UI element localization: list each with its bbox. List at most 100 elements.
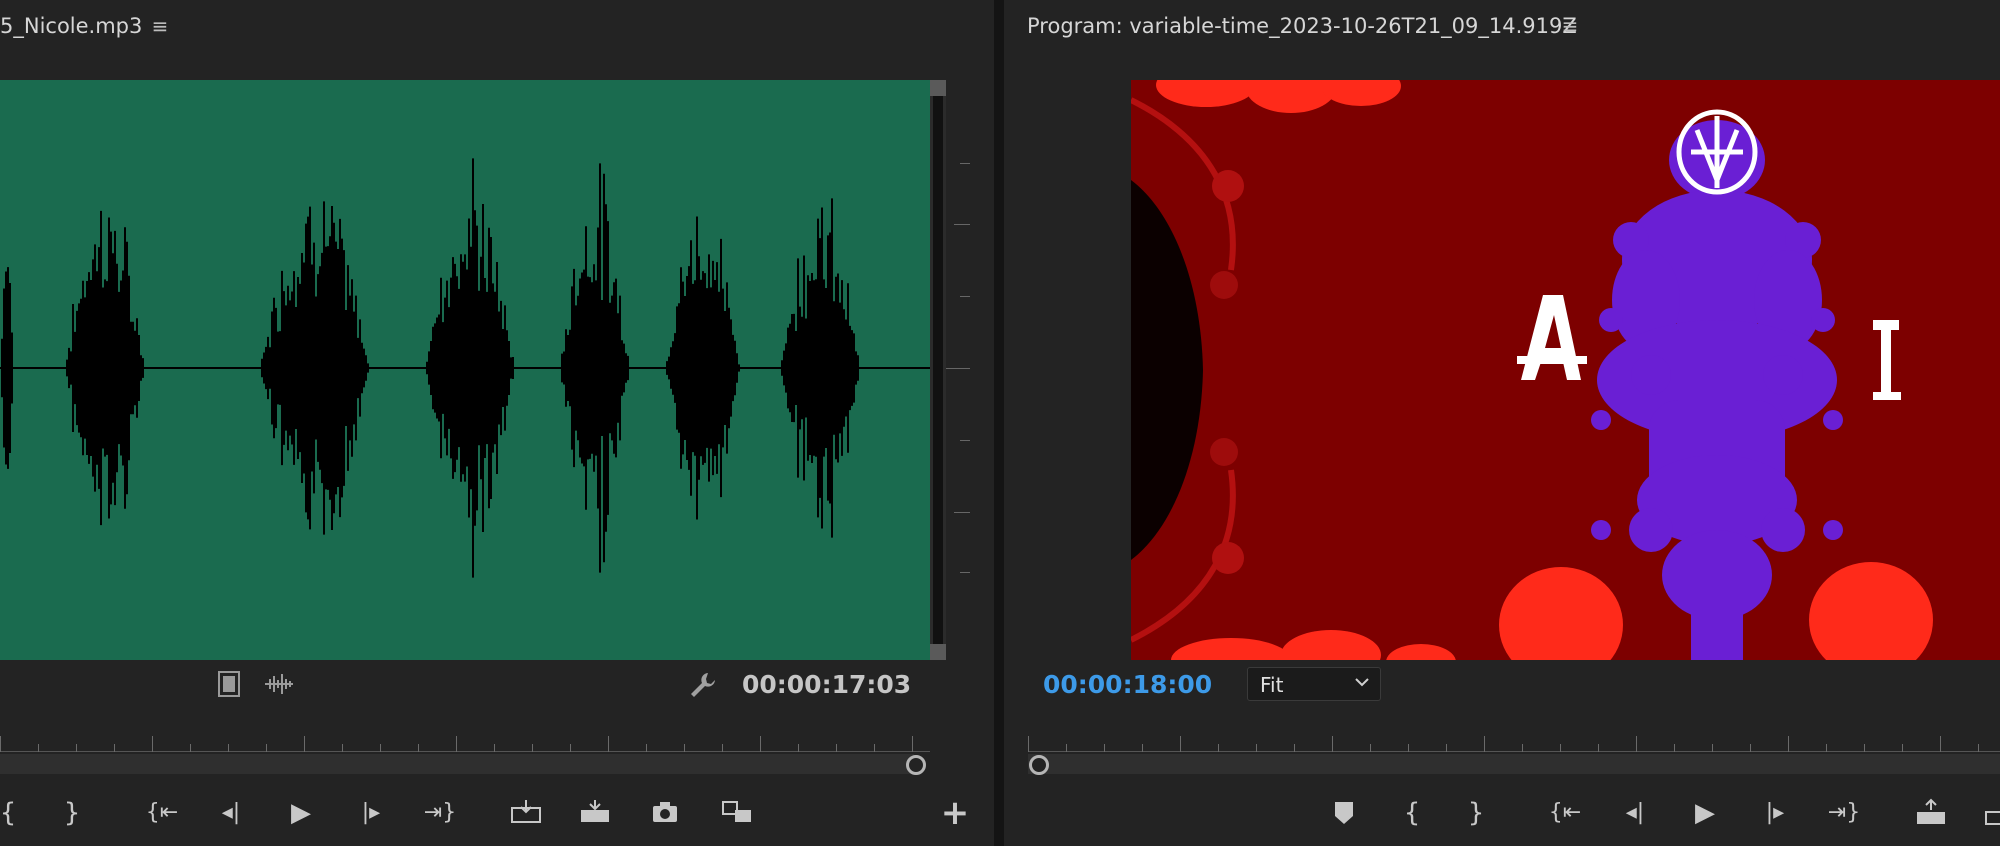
ruler-tick xyxy=(1940,736,1941,752)
ruler-tick xyxy=(1446,744,1447,752)
ruler-tick xyxy=(760,736,761,752)
ruler-tick xyxy=(1332,736,1333,752)
go-to-out-button[interactable]: ⇥} xyxy=(420,790,460,836)
export-frame-button[interactable] xyxy=(645,790,685,836)
ruler-tick xyxy=(494,744,495,752)
ruler-tick xyxy=(722,744,723,752)
ruler-tick xyxy=(456,736,457,752)
program-transport-controls: { } {⇤ ◂| ▶ |▸ ⇥} xyxy=(1004,790,2000,836)
ruler-tick xyxy=(646,744,647,752)
ruler-tick xyxy=(1978,744,1979,752)
program-scrub-bar[interactable] xyxy=(1028,754,2000,774)
overwrite-button[interactable] xyxy=(574,790,614,836)
program-playhead[interactable] xyxy=(1029,755,1049,775)
ruler-tick xyxy=(0,736,1,752)
ruler-tick xyxy=(684,744,685,752)
mark-in-button[interactable]: { xyxy=(0,790,28,836)
play-button[interactable]: ▶ xyxy=(1685,790,1725,836)
ruler-tick xyxy=(1750,744,1751,752)
ruler-tick xyxy=(570,744,571,752)
ruler-tick xyxy=(1674,744,1675,752)
play-button[interactable]: ▶ xyxy=(281,790,321,836)
ruler-tick xyxy=(190,744,191,752)
audio-waveform-icon[interactable] xyxy=(264,670,294,702)
scrollbar-track[interactable] xyxy=(933,96,943,644)
program-panel-title[interactable]: Program: variable-time_2023-10-26T21_09_… xyxy=(1027,14,1577,38)
marker-icon xyxy=(1335,802,1353,824)
step-forward-button[interactable]: |▸ xyxy=(351,790,391,836)
ruler-tick xyxy=(1788,736,1789,752)
lift-button[interactable] xyxy=(1910,790,1950,836)
ruler-tick xyxy=(1142,744,1143,752)
step-back-button[interactable]: ◂| xyxy=(211,790,251,836)
wrench-icon[interactable] xyxy=(688,670,718,702)
ruler-tick xyxy=(76,744,77,752)
hamburger-menu-icon[interactable]: ≡ xyxy=(1559,15,1581,37)
camera-icon xyxy=(653,802,677,822)
ruler-tick xyxy=(1560,744,1561,752)
ruler-tick xyxy=(1712,744,1713,752)
mark-in-button[interactable]: { xyxy=(1392,790,1432,836)
mark-out-button[interactable]: } xyxy=(52,790,92,836)
overlay-button[interactable] xyxy=(716,790,756,836)
overwrite-icon xyxy=(581,800,609,822)
scrollbar-top-handle[interactable] xyxy=(930,80,946,96)
ruler-tick xyxy=(1636,736,1637,752)
waveform-graphic xyxy=(0,158,930,578)
source-playhead[interactable] xyxy=(906,755,926,775)
ruler-tick xyxy=(380,744,381,752)
amplitude-ruler xyxy=(946,80,970,660)
ruler-tick xyxy=(266,744,267,752)
ruler-tick xyxy=(1180,736,1181,752)
zoom-level-value: Fit xyxy=(1260,673,1284,697)
program-panel-header: Program: variable-time_2023-10-26T21_09_… xyxy=(1004,0,2000,52)
step-forward-button[interactable]: |▸ xyxy=(1755,790,1795,836)
step-back-button[interactable]: ◂| xyxy=(1615,790,1655,836)
program-timecode[interactable]: 00:00:18:00 xyxy=(1043,670,1212,699)
program-time-ruler[interactable] xyxy=(1028,732,2000,752)
chevron-down-icon xyxy=(1354,674,1370,694)
source-timecode[interactable]: 00:00:17:03 xyxy=(742,670,911,699)
source-time-ruler[interactable] xyxy=(0,732,930,752)
ruler-tick xyxy=(1408,744,1409,752)
ruler-tick xyxy=(342,744,343,752)
ruler-tick xyxy=(1484,736,1485,752)
ruler-tick xyxy=(38,744,39,752)
ruler-tick xyxy=(304,736,305,752)
ruler-tick xyxy=(608,736,609,752)
overlay-icon xyxy=(722,801,751,822)
source-scrub-bar[interactable] xyxy=(0,754,914,774)
ruler-tick xyxy=(228,744,229,752)
add-button[interactable]: + xyxy=(935,790,975,836)
ruler-tick xyxy=(418,744,419,752)
ruler-tick xyxy=(1370,744,1371,752)
audio-waveform-display[interactable] xyxy=(0,80,930,660)
waveform-path xyxy=(1,158,859,578)
insert-button[interactable] xyxy=(505,790,545,836)
go-to-in-button[interactable]: {⇤ xyxy=(142,790,182,836)
video-frame-image xyxy=(1131,80,2000,660)
ruler-tick xyxy=(874,744,875,752)
ruler-tick xyxy=(1028,736,1029,752)
program-video-frame[interactable] xyxy=(1131,80,2000,660)
ruler-tick xyxy=(912,736,913,752)
source-monitor-panel: 5_Nicole.mp3 ≡ 00:00:17:03 { } {⇤ ◂| ▶ |… xyxy=(0,0,994,846)
zoom-level-select[interactable]: Fit xyxy=(1247,667,1381,701)
ruler-tick xyxy=(114,744,115,752)
hamburger-menu-icon[interactable]: ≡ xyxy=(149,15,171,37)
ruler-tick xyxy=(1598,744,1599,752)
mark-out-button[interactable]: } xyxy=(1456,790,1496,836)
ruler-tick xyxy=(152,736,153,752)
ruler-tick xyxy=(1826,744,1827,752)
source-panel-title[interactable]: 5_Nicole.mp3 xyxy=(0,14,142,38)
extract-button[interactable] xyxy=(1979,790,2000,836)
scrollbar-bottom-handle[interactable] xyxy=(930,644,946,660)
ruler-tick xyxy=(1066,744,1067,752)
add-marker-button[interactable] xyxy=(1326,790,1366,836)
go-to-out-button[interactable]: ⇥} xyxy=(1824,790,1864,836)
vertical-zoom-scrollbar[interactable] xyxy=(930,80,946,660)
ruler-tick xyxy=(836,744,837,752)
film-strip-icon[interactable] xyxy=(214,670,244,702)
panel-divider[interactable] xyxy=(994,0,1004,846)
go-to-in-button[interactable]: {⇤ xyxy=(1545,790,1585,836)
